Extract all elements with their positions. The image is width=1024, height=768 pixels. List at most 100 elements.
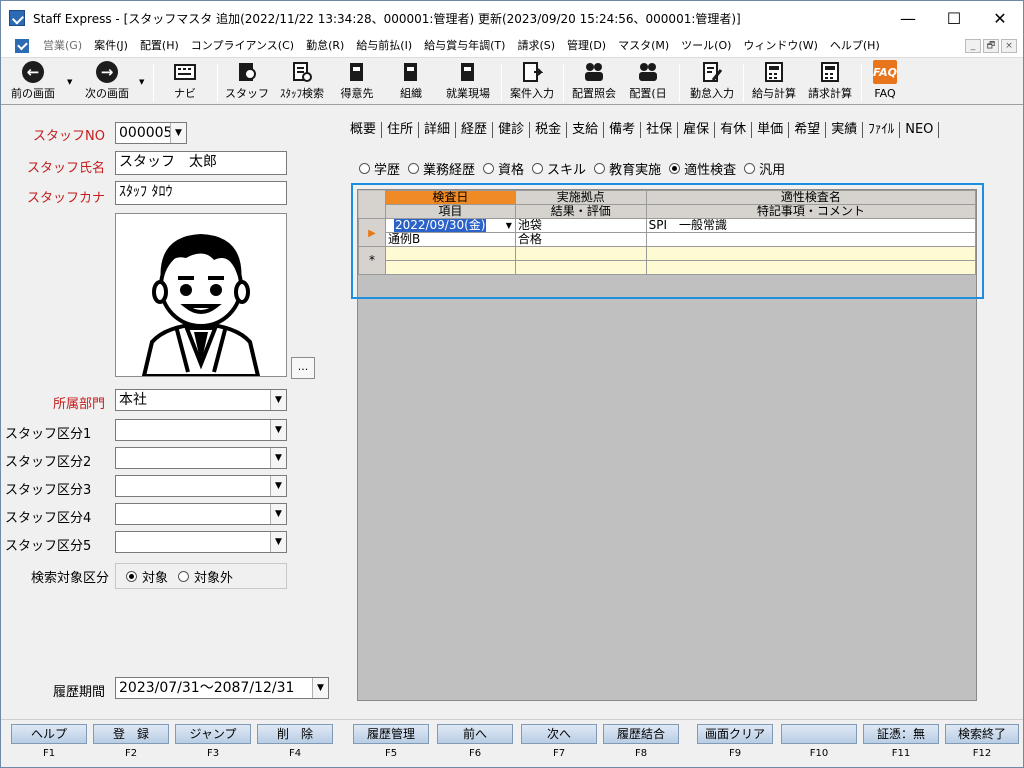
menu-tools[interactable]: ツール(O): [675, 35, 737, 57]
customer-button[interactable]: 得意先: [335, 60, 379, 104]
menu-assignment[interactable]: 配置(H): [134, 35, 185, 57]
dept-select[interactable]: 本社 ▼: [115, 389, 287, 411]
chevron-down-icon[interactable]: ▼: [270, 532, 286, 552]
history-training-radio[interactable]: [594, 162, 606, 174]
menu-attendance[interactable]: 勤怠(R): [300, 35, 350, 57]
tab-paid-leave[interactable]: 有休: [715, 122, 753, 138]
location-cell[interactable]: 池袋: [514, 218, 647, 233]
help-button[interactable]: ヘルプ: [11, 724, 87, 744]
staff-no-field[interactable]: 000005 ▼: [115, 122, 187, 144]
tab-tax[interactable]: 税金: [530, 122, 568, 138]
menu-sales[interactable]: 営業(G): [37, 35, 88, 57]
col-header-test-name[interactable]: 適性検査名: [645, 190, 977, 205]
new-row-cell[interactable]: [645, 260, 977, 275]
assignment-inquiry-button[interactable]: 配置照会: [567, 60, 621, 104]
class1-select[interactable]: ▼: [115, 419, 287, 441]
new-row-cell[interactable]: [384, 260, 516, 275]
chevron-down-icon[interactable]: ▼: [270, 504, 286, 524]
new-row-cell[interactable]: [645, 246, 977, 261]
end-search-button[interactable]: 検索終了: [945, 724, 1019, 744]
period-select[interactable]: 2023/07/31～2087/12/31 ▼: [115, 677, 329, 699]
payroll-calc-button[interactable]: 給与計算: [747, 60, 801, 104]
menu-billing[interactable]: 請求(S): [511, 35, 561, 57]
mdi-restore-button[interactable]: 🗗: [983, 39, 999, 53]
menu-advance-pay[interactable]: 給与前払(I): [350, 35, 418, 57]
menu-payroll[interactable]: 給与賞与年調(T): [418, 35, 511, 57]
photo-browse-button[interactable]: ...: [291, 357, 315, 379]
tab-rates[interactable]: 単価: [752, 122, 790, 138]
new-row-cell[interactable]: [384, 246, 516, 261]
history-work-radio[interactable]: [408, 162, 420, 174]
next-button[interactable]: 次へ: [521, 724, 597, 744]
next-screen-button[interactable]: → 次の画面: [79, 60, 135, 104]
chevron-down-icon[interactable]: ▼: [270, 420, 286, 440]
class2-select[interactable]: ▼: [115, 447, 287, 469]
chevron-down-icon[interactable]: ▼: [170, 123, 186, 143]
search-off-radio[interactable]: [178, 570, 190, 582]
history-management-button[interactable]: 履歴管理: [353, 724, 429, 744]
history-aptitude-radio[interactable]: [669, 162, 681, 174]
tab-results[interactable]: 実績: [826, 122, 864, 138]
f10-button[interactable]: [781, 724, 857, 744]
tab-history[interactable]: 経歴: [456, 122, 494, 138]
staff-photo[interactable]: [115, 213, 287, 377]
staff-kana-field[interactable]: ｽﾀｯﾌ ﾀﾛｳ: [115, 181, 287, 205]
menu-compliance[interactable]: コンプライアンス(C): [185, 35, 300, 57]
chevron-down-icon[interactable]: ▼: [270, 390, 286, 410]
class5-select[interactable]: ▼: [115, 531, 287, 553]
tab-notes[interactable]: 備考: [604, 122, 642, 138]
col-header-item[interactable]: 項目: [384, 204, 516, 219]
work-site-button[interactable]: 就業現場: [441, 60, 495, 104]
staff-button[interactable]: スタッフ: [223, 60, 271, 104]
faq-button[interactable]: FAQ FAQ: [865, 60, 905, 104]
chevron-down-icon[interactable]: ▼: [270, 448, 286, 468]
previous-button[interactable]: 前へ: [437, 724, 513, 744]
project-entry-button[interactable]: 案件入力: [505, 60, 559, 104]
test-name-cell[interactable]: SPI 一般常識: [645, 218, 977, 233]
test-date-cell[interactable]: 2022/09/30(金) ▼: [384, 218, 516, 233]
organization-button[interactable]: 組織: [391, 60, 431, 104]
assignment-day-button[interactable]: 配置(日: [625, 60, 671, 104]
menu-master[interactable]: マスタ(M): [612, 35, 675, 57]
history-license-radio[interactable]: [483, 162, 495, 174]
attendance-entry-button[interactable]: 勤怠入力: [685, 60, 739, 104]
tab-address[interactable]: 住所: [382, 122, 420, 138]
col-header-location[interactable]: 実施拠点: [514, 190, 647, 205]
tab-neo[interactable]: NEO: [900, 122, 940, 138]
col-header-test-date[interactable]: 検査日: [384, 190, 516, 205]
next-dropdown-icon[interactable]: ▼: [139, 78, 144, 86]
tab-social-insurance[interactable]: 社保: [641, 122, 679, 138]
maximize-button[interactable]: ☐: [931, 1, 977, 35]
tab-details[interactable]: 詳細: [419, 122, 457, 138]
staff-search-button[interactable]: ｽﾀｯﾌ検索: [275, 60, 329, 104]
new-row-cell[interactable]: [514, 260, 647, 275]
new-row-selector[interactable]: *: [358, 246, 386, 275]
class4-select[interactable]: ▼: [115, 503, 287, 525]
col-header-comment[interactable]: 特記事項・コメント: [645, 204, 977, 219]
prev-dropdown-icon[interactable]: ▼: [67, 78, 72, 86]
mdi-minimize-button[interactable]: _: [965, 39, 981, 53]
history-education-radio[interactable]: [359, 162, 370, 174]
navi-button[interactable]: ナビ: [161, 60, 209, 104]
chevron-down-icon[interactable]: ▼: [312, 678, 328, 698]
delete-button[interactable]: 削 除: [257, 724, 333, 744]
comment-cell[interactable]: [645, 232, 977, 247]
item-cell[interactable]: 通例B: [384, 232, 516, 247]
history-skill-radio[interactable]: [532, 162, 544, 174]
tab-employment-insurance[interactable]: 雇保: [678, 122, 716, 138]
chevron-down-icon[interactable]: ▼: [506, 220, 512, 232]
search-on-radio[interactable]: [126, 570, 137, 582]
new-row-cell[interactable]: [514, 246, 647, 261]
staff-name-field[interactable]: スタッフ 太郎: [115, 151, 287, 175]
tab-overview[interactable]: 概要: [345, 122, 383, 138]
jump-button[interactable]: ジャンプ: [175, 724, 251, 744]
row-selector[interactable]: ▶: [358, 218, 386, 247]
clear-screen-button[interactable]: 画面クリア: [697, 724, 773, 744]
menu-help[interactable]: ヘルプ(H): [824, 35, 886, 57]
class3-select[interactable]: ▼: [115, 475, 287, 497]
voucher-button[interactable]: 証憑：無: [863, 724, 939, 744]
col-header-result[interactable]: 結果・評価: [514, 204, 647, 219]
minimize-button[interactable]: —: [885, 1, 931, 35]
menu-projects[interactable]: 案件(J): [88, 35, 134, 57]
billing-calc-button[interactable]: 請求計算: [803, 60, 857, 104]
